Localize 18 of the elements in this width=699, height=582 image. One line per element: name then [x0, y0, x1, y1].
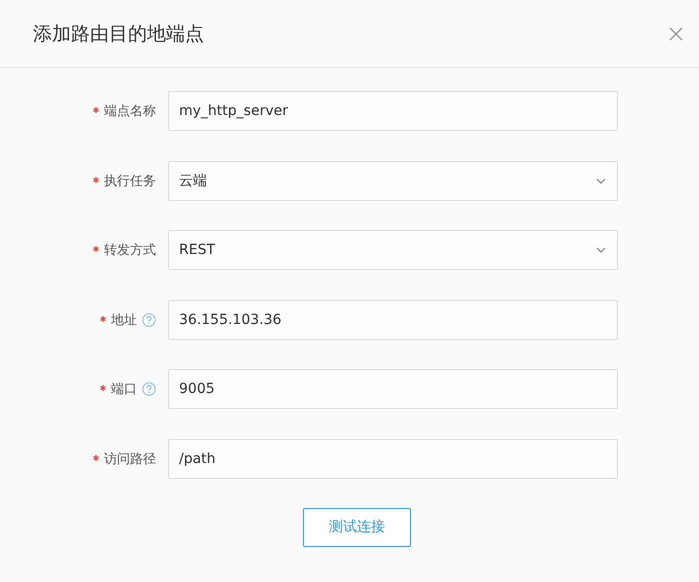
- input-field[interactable]: /path: [168, 438, 618, 478]
- field-label: 访问路径: [104, 450, 156, 468]
- select-field[interactable]: REST: [168, 230, 618, 270]
- dialog-title: 添加路由目的地端点: [33, 22, 204, 46]
- field-label: 转发方式: [104, 242, 156, 259]
- select-field[interactable]: 云端: [168, 160, 618, 200]
- field-label: 地址: [111, 312, 137, 328]
- chevron-down-icon: [596, 247, 606, 253]
- field-label: 执行任务: [104, 172, 156, 190]
- input-field[interactable]: my_http_server: [168, 91, 618, 131]
- input-field[interactable]: 9005: [168, 369, 618, 409]
- field-label: 端点名称: [104, 103, 156, 120]
- field-label: 端口: [111, 381, 137, 398]
- chevron-down-icon: [596, 178, 606, 184]
- input-field[interactable]: 36.155.103.36: [168, 300, 618, 340]
- help-icon[interactable]: [142, 382, 156, 396]
- help-icon[interactable]: [142, 312, 156, 326]
- close-icon[interactable]: [669, 26, 683, 40]
